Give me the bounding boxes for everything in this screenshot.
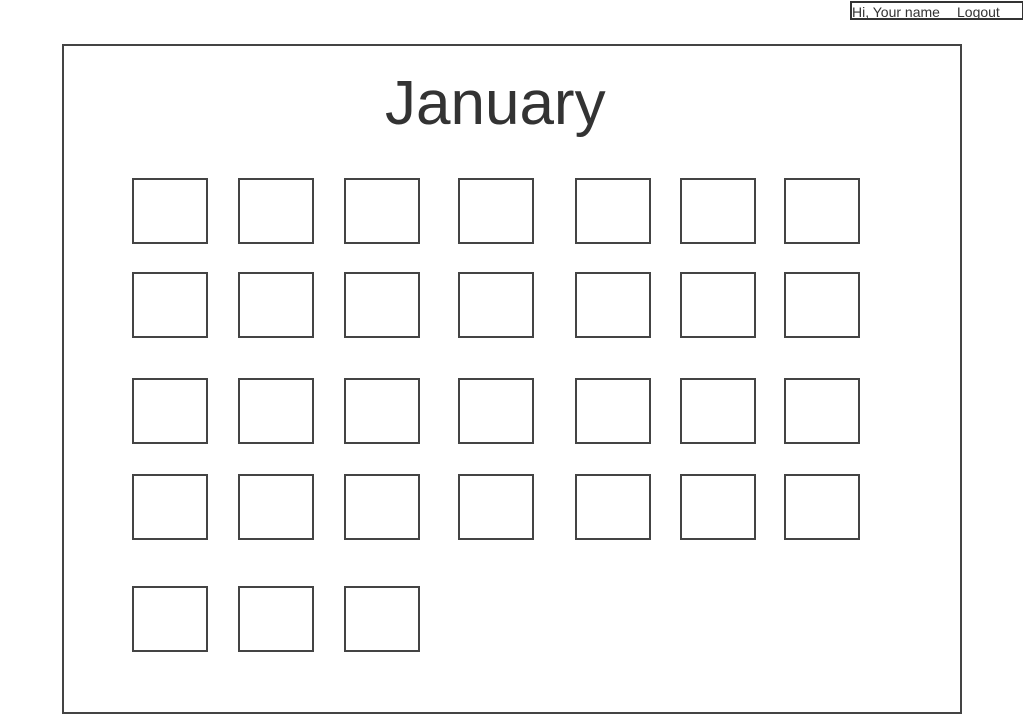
day-cell-31[interactable] xyxy=(344,586,420,652)
day-cell-14[interactable] xyxy=(784,272,860,338)
day-cell-19[interactable] xyxy=(575,378,651,444)
day-cell-30[interactable] xyxy=(238,586,314,652)
day-cell-16[interactable] xyxy=(238,378,314,444)
day-cell-11[interactable] xyxy=(458,272,534,338)
month-title: January xyxy=(385,69,606,138)
day-cell-8[interactable] xyxy=(132,272,208,338)
day-cell-25[interactable] xyxy=(458,474,534,540)
logout-link[interactable]: Logout xyxy=(957,5,1000,18)
day-cell-5[interactable] xyxy=(575,178,651,244)
day-cell-3[interactable] xyxy=(344,178,420,244)
day-cell-6[interactable] xyxy=(680,178,756,244)
day-cell-1[interactable] xyxy=(132,178,208,244)
day-cell-22[interactable] xyxy=(132,474,208,540)
day-cell-27[interactable] xyxy=(680,474,756,540)
day-cell-24[interactable] xyxy=(344,474,420,540)
day-cell-20[interactable] xyxy=(680,378,756,444)
day-cell-15[interactable] xyxy=(132,378,208,444)
day-cell-29[interactable] xyxy=(132,586,208,652)
day-cell-13[interactable] xyxy=(680,272,756,338)
user-bar: Hi, Your name Logout xyxy=(850,1,1023,20)
day-cell-23[interactable] xyxy=(238,474,314,540)
day-cell-4[interactable] xyxy=(458,178,534,244)
day-cell-21[interactable] xyxy=(784,378,860,444)
day-cell-26[interactable] xyxy=(575,474,651,540)
day-cell-28[interactable] xyxy=(784,474,860,540)
day-cell-10[interactable] xyxy=(344,272,420,338)
day-cell-7[interactable] xyxy=(784,178,860,244)
day-cell-12[interactable] xyxy=(575,272,651,338)
day-cell-9[interactable] xyxy=(238,272,314,338)
day-cell-18[interactable] xyxy=(458,378,534,444)
day-cell-2[interactable] xyxy=(238,178,314,244)
day-cell-17[interactable] xyxy=(344,378,420,444)
user-greeting: Hi, Your name xyxy=(852,4,940,20)
